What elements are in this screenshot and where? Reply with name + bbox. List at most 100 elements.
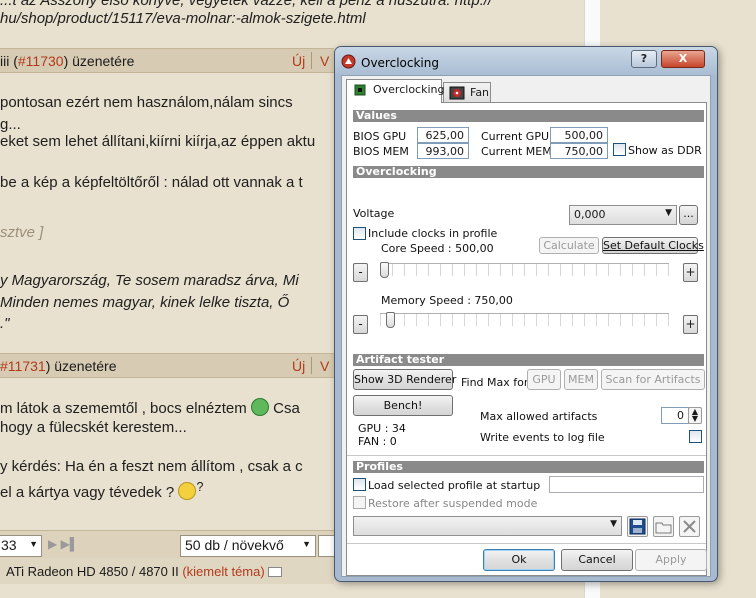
write-events-checkbox[interactable]	[689, 430, 702, 443]
current-gpu-field[interactable]: 500,00	[550, 127, 608, 143]
message-text: hogy a fülecskét kerestem...	[0, 419, 187, 436]
message-text: g...	[0, 116, 21, 133]
core-slider-thumb[interactable]	[380, 262, 389, 278]
reply-link[interactable]: #11730	[18, 53, 64, 69]
new-reply-link[interactable]: Új	[292, 53, 305, 69]
bios-gpu-label: BIOS GPU	[353, 130, 407, 143]
max-artifacts-label: Max allowed artifacts	[480, 410, 598, 423]
profile-name-input[interactable]	[549, 476, 704, 493]
chevron-down-icon: ▼	[665, 208, 672, 218]
tab-fan[interactable]: Fan	[443, 82, 491, 103]
profiles-section-header: Profiles	[353, 461, 704, 473]
ok-button[interactable]: Ok	[483, 549, 555, 571]
core-plus-button[interactable]: +	[683, 263, 698, 282]
voltage-label: Voltage	[353, 207, 395, 220]
next-page-icon[interactable]: ▶ ▶▌	[48, 537, 78, 551]
overclocking-dialog: Overclocking ? X Overclocking Fan Values…	[334, 46, 718, 582]
current-mem-label: Current MEM	[481, 145, 552, 158]
gpu-stat: GPU : 34	[358, 422, 406, 435]
core-speed-slider[interactable]	[380, 262, 669, 278]
message-text: be a kép a képfeltöltőről : nálad ott va…	[0, 174, 303, 191]
memory-minus-button[interactable]: -	[353, 315, 368, 334]
message-header: #11731) üzenetére Új V	[0, 353, 334, 378]
chevron-down-icon: ▼	[610, 519, 617, 529]
pagination-bar: 33 ▼ ▶ ▶▌ 50 db / növekvő ▼	[0, 530, 336, 558]
message-text: el a kártya vagy tévedek ? ?	[0, 480, 204, 501]
message-text: m látok a szememtől , bocs elnéztem Csa	[0, 398, 300, 417]
message-text: pontosan ezért nem használom,nálam sincs	[0, 94, 293, 111]
smiley-icon	[250, 398, 269, 416]
close-button[interactable]: X	[661, 50, 705, 68]
page-select[interactable]: 33 ▼	[0, 535, 42, 557]
fan-icon	[449, 86, 465, 100]
dialog-client: Overclocking Fan Values BIOS GPU 625,00 …	[341, 75, 711, 577]
bench-button[interactable]: Bench!	[353, 395, 453, 416]
message-header-text: iii (#11730) üzenetére	[0, 53, 135, 69]
load-profile-label: Load selected profile at startup	[368, 479, 541, 492]
delete-profile-icon[interactable]	[679, 516, 700, 537]
include-clocks-label: Include clocks in profile	[368, 227, 498, 240]
forum-link-url[interactable]: hu/shop/product/15117/eva-molnar:-almok-…	[0, 10, 366, 27]
show-ddr-checkbox[interactable]	[613, 143, 626, 156]
signature-line: ."	[0, 315, 10, 332]
scan-artifacts-button[interactable]: Scan for Artifacts	[601, 369, 705, 390]
per-page-select[interactable]: 50 db / növekvő ▼	[180, 535, 316, 557]
memory-slider-thumb[interactable]	[386, 312, 395, 328]
memory-plus-button[interactable]: +	[683, 315, 698, 334]
message-text: eket sem lehet állítani,kiírni kiírja,az…	[0, 133, 316, 150]
restore-checkbox[interactable]	[353, 496, 366, 509]
tab-panel-overclocking: Values BIOS GPU 625,00 BIOS MEM 993,00 C…	[346, 102, 707, 576]
restore-label: Restore after suspended mode	[368, 497, 538, 510]
write-events-label: Write events to log file	[480, 431, 605, 444]
new-reply-link[interactable]: Új	[292, 358, 305, 374]
apply-button[interactable]: Apply	[635, 549, 707, 571]
find-max-label: Find Max for	[461, 376, 529, 389]
max-artifacts-spinner[interactable]: ▲ ▼	[688, 407, 702, 424]
save-profile-icon[interactable]	[627, 516, 648, 537]
bios-mem-label: BIOS MEM	[353, 145, 409, 158]
set-default-clocks-button[interactable]: Set Default Clocks	[602, 237, 704, 254]
values-section-header: Values	[353, 110, 704, 122]
memory-speed-label: Memory Speed : 750,00	[381, 294, 513, 307]
dialog-title: Overclocking	[361, 56, 439, 70]
cancel-button[interactable]: Cancel	[561, 549, 633, 571]
message-text: y kérdés: Ha én a feszt nem állítom , cs…	[0, 458, 303, 475]
bios-gpu-field[interactable]: 625,00	[417, 127, 469, 143]
message-header: iii (#11730) üzenetére Új V	[0, 48, 334, 73]
bios-mem-field[interactable]: 993,00	[417, 143, 469, 159]
overclocking-section-header: Overclocking	[353, 166, 704, 178]
voltage-more-button[interactable]: ...	[679, 205, 698, 225]
max-artifacts-field[interactable]: 0	[661, 407, 689, 424]
chip-icon	[354, 84, 366, 96]
fan-stat: FAN : 0	[358, 435, 397, 448]
find-max-gpu-button[interactable]: GPU	[527, 369, 561, 390]
open-profile-icon[interactable]	[653, 516, 674, 537]
current-gpu-label: Current GPU	[481, 130, 550, 143]
mail-icon[interactable]	[268, 567, 283, 577]
voltage-select[interactable]: 0,000 ▼	[569, 205, 677, 225]
card-topic-row: ATi Radeon HD 4850 / 4870 II (kiemelt té…	[0, 558, 334, 584]
v-link[interactable]: V	[320, 53, 329, 69]
core-speed-label: Core Speed : 500,00	[381, 242, 494, 255]
core-minus-button[interactable]: -	[353, 263, 368, 282]
edited-note: sztve ]	[0, 224, 44, 241]
show-ddr-label: Show as DDR	[628, 144, 702, 157]
tab-overclocking[interactable]: Overclocking	[346, 79, 444, 103]
calculate-button[interactable]: Calculate	[539, 237, 599, 254]
memory-speed-slider[interactable]	[380, 312, 669, 328]
show-3d-renderer-button[interactable]: Show 3D Renderer	[353, 369, 456, 390]
current-mem-field[interactable]: 750,00	[550, 143, 608, 159]
title-bar[interactable]: Overclocking ? X	[335, 47, 717, 75]
forum-link-line: ...t az Asszony első könyve, vegyétek vá…	[0, 0, 493, 9]
v-link[interactable]: V	[320, 358, 329, 374]
confused-smiley-icon	[178, 482, 197, 500]
reply-link[interactable]: #11731	[0, 358, 46, 374]
include-clocks-checkbox[interactable]	[353, 227, 366, 240]
app-icon	[341, 54, 356, 69]
help-button[interactable]: ?	[631, 50, 657, 68]
message-header-text: #11731) üzenetére	[0, 358, 117, 374]
load-profile-checkbox[interactable]	[353, 478, 366, 491]
profile-select[interactable]: ▼	[353, 516, 622, 536]
find-max-mem-button[interactable]: MEM	[564, 369, 598, 390]
topic-name[interactable]: ATi Radeon HD 4850 / 4870 II	[6, 564, 179, 579]
